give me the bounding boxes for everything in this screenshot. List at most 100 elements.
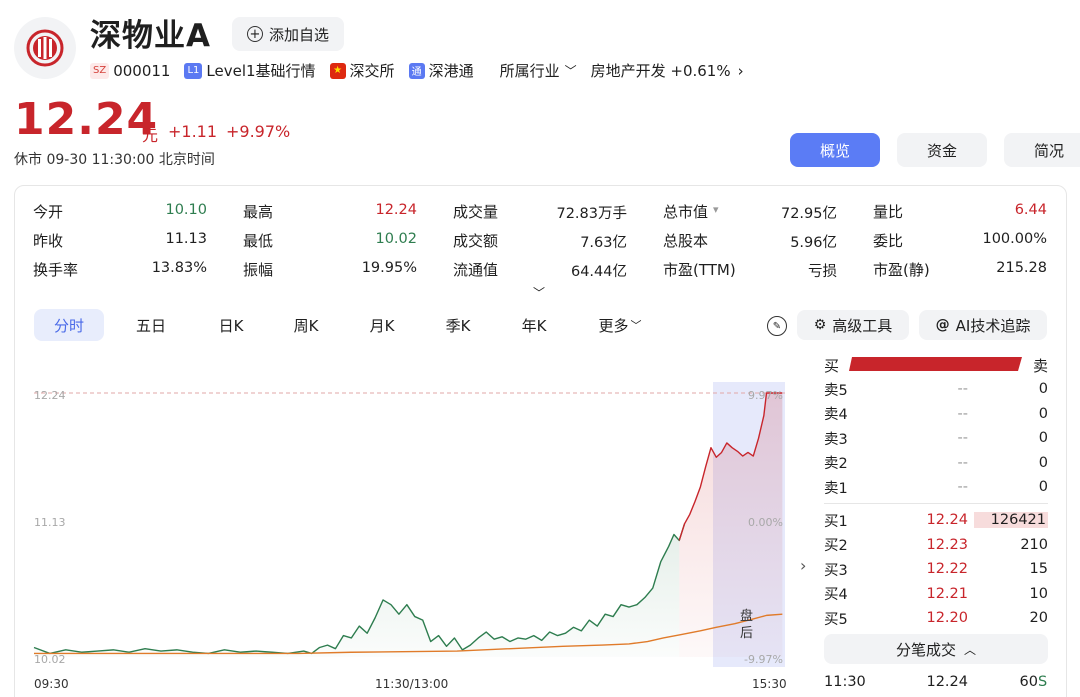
market-tag: SZ [90,62,110,79]
stat-label: 总股本 [663,232,709,250]
tab-five-day[interactable]: 五日 [118,309,184,341]
chevron-down-icon: ﹀ [564,64,577,78]
level-label: 卖1 [824,480,848,497]
ask-row: 卖3 -- 0 [824,426,1048,450]
level-volume: 20 [1029,610,1048,626]
level-label: 卖3 [824,431,848,448]
level-info[interactable]: L1 Level1基础行情 [184,60,316,81]
stat-value: 5.96亿 [790,235,837,251]
trade-row: 11:30 12.24 60 S [824,671,1048,693]
level-volume: 210 [1020,536,1048,553]
stock-code: SZ 000011 [90,62,170,80]
x-tick-midday: 11:30/13:00 [375,677,449,691]
intraday-chart[interactable] [0,370,800,697]
bid-row: 买1 12.24 126421 [824,508,1048,532]
industry-link[interactable]: 房地产开发 +0.61% › [591,60,744,81]
buy-side-label: 买 [824,357,840,375]
tab-funds[interactable]: 资金 [897,133,987,167]
tab-overview[interactable]: 概览 [790,133,880,167]
tab-profile[interactable]: 简况 [1004,133,1080,167]
level-label: 买3 [824,562,848,579]
stock-name: 深物业A [90,18,211,54]
level-volume: 0 [1038,430,1048,446]
bid-row: 买5 12.20 20 [824,606,1048,630]
after-hours-label: 盘后 [740,609,754,641]
level-label: 买5 [824,611,848,628]
level-label: 买1 [824,513,848,530]
stat-label: 市盈(TTM) [663,261,736,279]
y-tick-mid: 11.13 [34,516,66,529]
level-price: 12.22 [926,561,968,577]
advanced-tools-label: 高级工具 [832,316,893,335]
level-price: 12.20 [926,610,968,626]
tab-quarterly-k[interactable]: 季K [425,309,491,341]
stock-logo [14,17,76,79]
ai-tracking-button[interactable]: @ AI技术追踪 [919,310,1047,340]
stat-value: 64.44亿 [570,264,627,280]
stat-label: 总市值 [663,203,709,221]
stat-value: 10.02 [375,231,417,247]
tab-daily-k[interactable]: 日K [198,309,264,341]
order-book-divider [824,503,1048,504]
collapse-arrow-icon[interactable]: › [800,556,806,575]
level-volume: 126421 [974,512,1048,528]
industry-dropdown[interactable]: 所属行业 ﹀ [500,60,577,81]
current-price: 12.24 [14,94,159,145]
ask-row: 卖4 -- 0 [824,402,1048,426]
dropdown-caret-icon[interactable]: ▾ [713,203,719,216]
stat-value: 亏损 [808,264,837,280]
ai-icon: @ [935,317,950,333]
stat-label: 换手率 [33,261,79,279]
stat-value: 72.95亿 [780,206,837,222]
trade-price: 12.24 [926,674,968,690]
stat-value: 6.44 [1014,202,1047,218]
bid-row: 买4 12.21 10 [824,582,1048,606]
exchange-label: 深交所 [349,62,395,80]
expand-chevron-icon[interactable]: ﹀ [533,284,545,301]
level-price: -- [957,479,968,495]
x-tick-close: 15:30 [752,677,787,691]
stat-label: 成交额 [453,232,499,250]
stat-value: 13.83% [151,260,207,276]
level-label: 卖2 [824,456,848,472]
pct-tick-mid: 0.00% [748,516,783,529]
level-price: 12.23 [926,536,968,553]
industry-label: 房地产开发 +0.61% [590,62,731,80]
exchange-info: ★ 深交所 [329,60,395,81]
level-price: -- [957,454,968,471]
plus-icon: + [246,26,263,42]
level-volume: 0 [1038,381,1048,397]
ask-row: 卖2 -- 0 [824,451,1048,475]
tab-intraday[interactable]: 分时 [34,309,104,341]
advanced-tools-button[interactable]: ⚙ 高级工具 [797,310,909,340]
buy-sell-ratio-bar [849,357,1022,371]
stat-value: 100.00% [982,231,1047,247]
stat-value: 215.28 [996,260,1047,276]
tab-more-label: 更多 [598,316,629,335]
trade-flag: S [1038,674,1048,690]
trades-toggle-label: 分笔成交 [895,640,956,659]
stat-label: 昨收 [33,232,64,250]
add-favorite-label: 添加自选 [268,25,329,44]
ai-tracking-label: AI技术追踪 [955,316,1031,335]
stat-label: 市盈(静) [873,261,930,279]
x-tick-open: 09:30 [34,677,69,691]
tab-monthly-k[interactable]: 月K [349,309,415,341]
bid-row: 买3 12.22 15 [824,557,1048,581]
level-label: 卖5 [824,382,848,399]
pct-tick-top: 9.97% [748,389,783,402]
wrench-icon: ⚙ [813,317,827,333]
level-price: -- [957,430,968,446]
drawing-tool-icon[interactable]: ✎ [767,316,787,336]
tab-more[interactable]: 更多 ﹀ [590,309,650,341]
tab-yearly-k[interactable]: 年K [501,309,567,341]
code-text: 000011 [113,61,171,80]
tab-weekly-k[interactable]: 周K [273,309,339,341]
ask-row: 卖5 -- 0 [824,377,1048,401]
stat-label: 成交量 [453,203,499,221]
connect-info: 通 深港通 [408,60,474,81]
y-tick-top: 12.24 [34,389,66,402]
level-volume: 0 [1038,479,1048,495]
trades-toggle-button[interactable]: 分笔成交 ︿ [824,634,1048,664]
add-favorite-button[interactable]: + 添加自选 [232,17,344,51]
